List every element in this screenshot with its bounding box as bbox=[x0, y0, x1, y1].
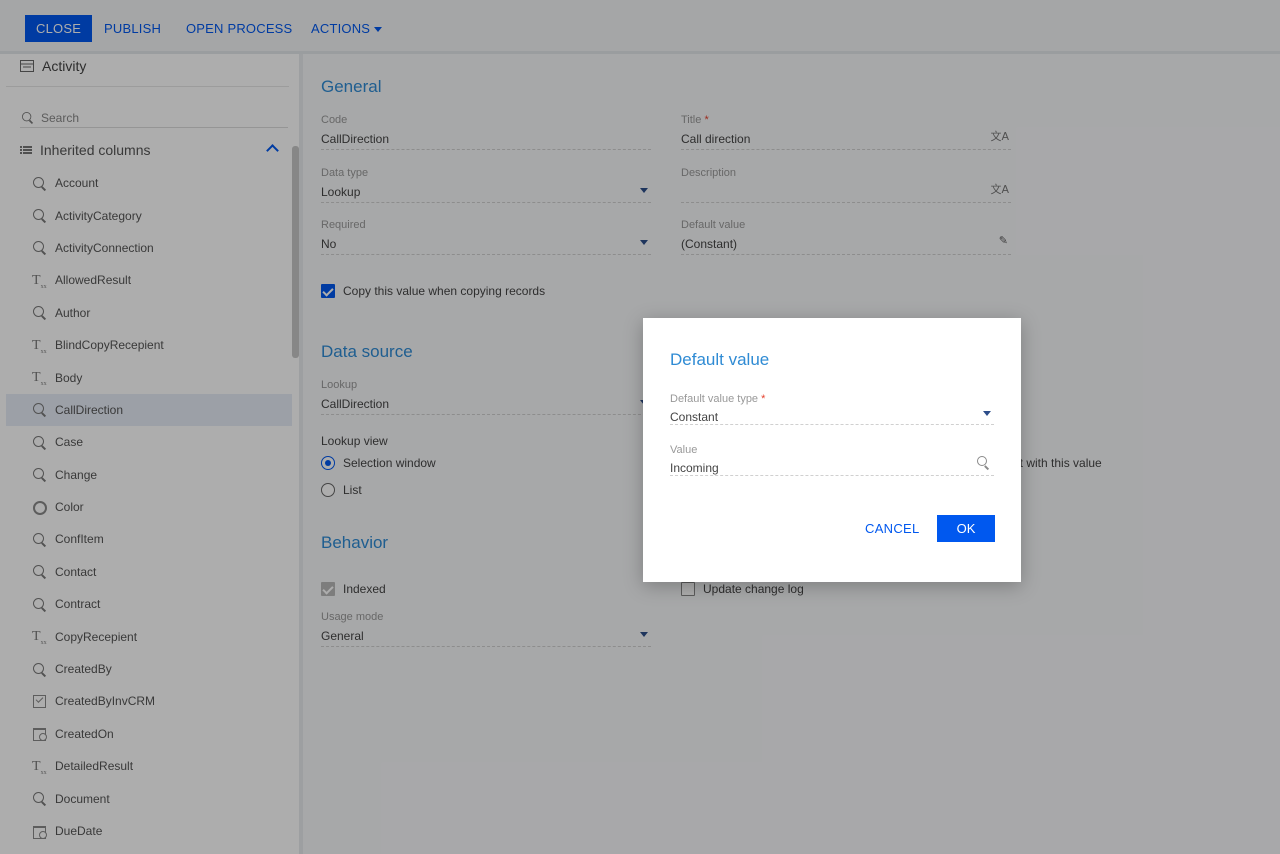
default-value-type-value: Constant bbox=[670, 410, 719, 424]
default-value-dialog: Default value Default value type * Const… bbox=[643, 318, 1021, 582]
default-value-type-label: Default value type * bbox=[670, 393, 766, 405]
value-label: Value bbox=[670, 444, 698, 456]
modal-overlay[interactable] bbox=[0, 0, 1280, 854]
cancel-button[interactable]: CANCEL bbox=[865, 515, 920, 542]
dialog-title: Default value bbox=[670, 350, 770, 369]
value-value: Incoming bbox=[670, 461, 719, 475]
value-field[interactable]: Value Incoming bbox=[670, 444, 994, 476]
search-icon[interactable] bbox=[977, 456, 990, 469]
dropdown-arrow-icon bbox=[983, 411, 991, 416]
ok-button[interactable]: OK bbox=[937, 515, 995, 542]
default-value-type-field[interactable]: Default value type * Constant bbox=[670, 393, 994, 425]
